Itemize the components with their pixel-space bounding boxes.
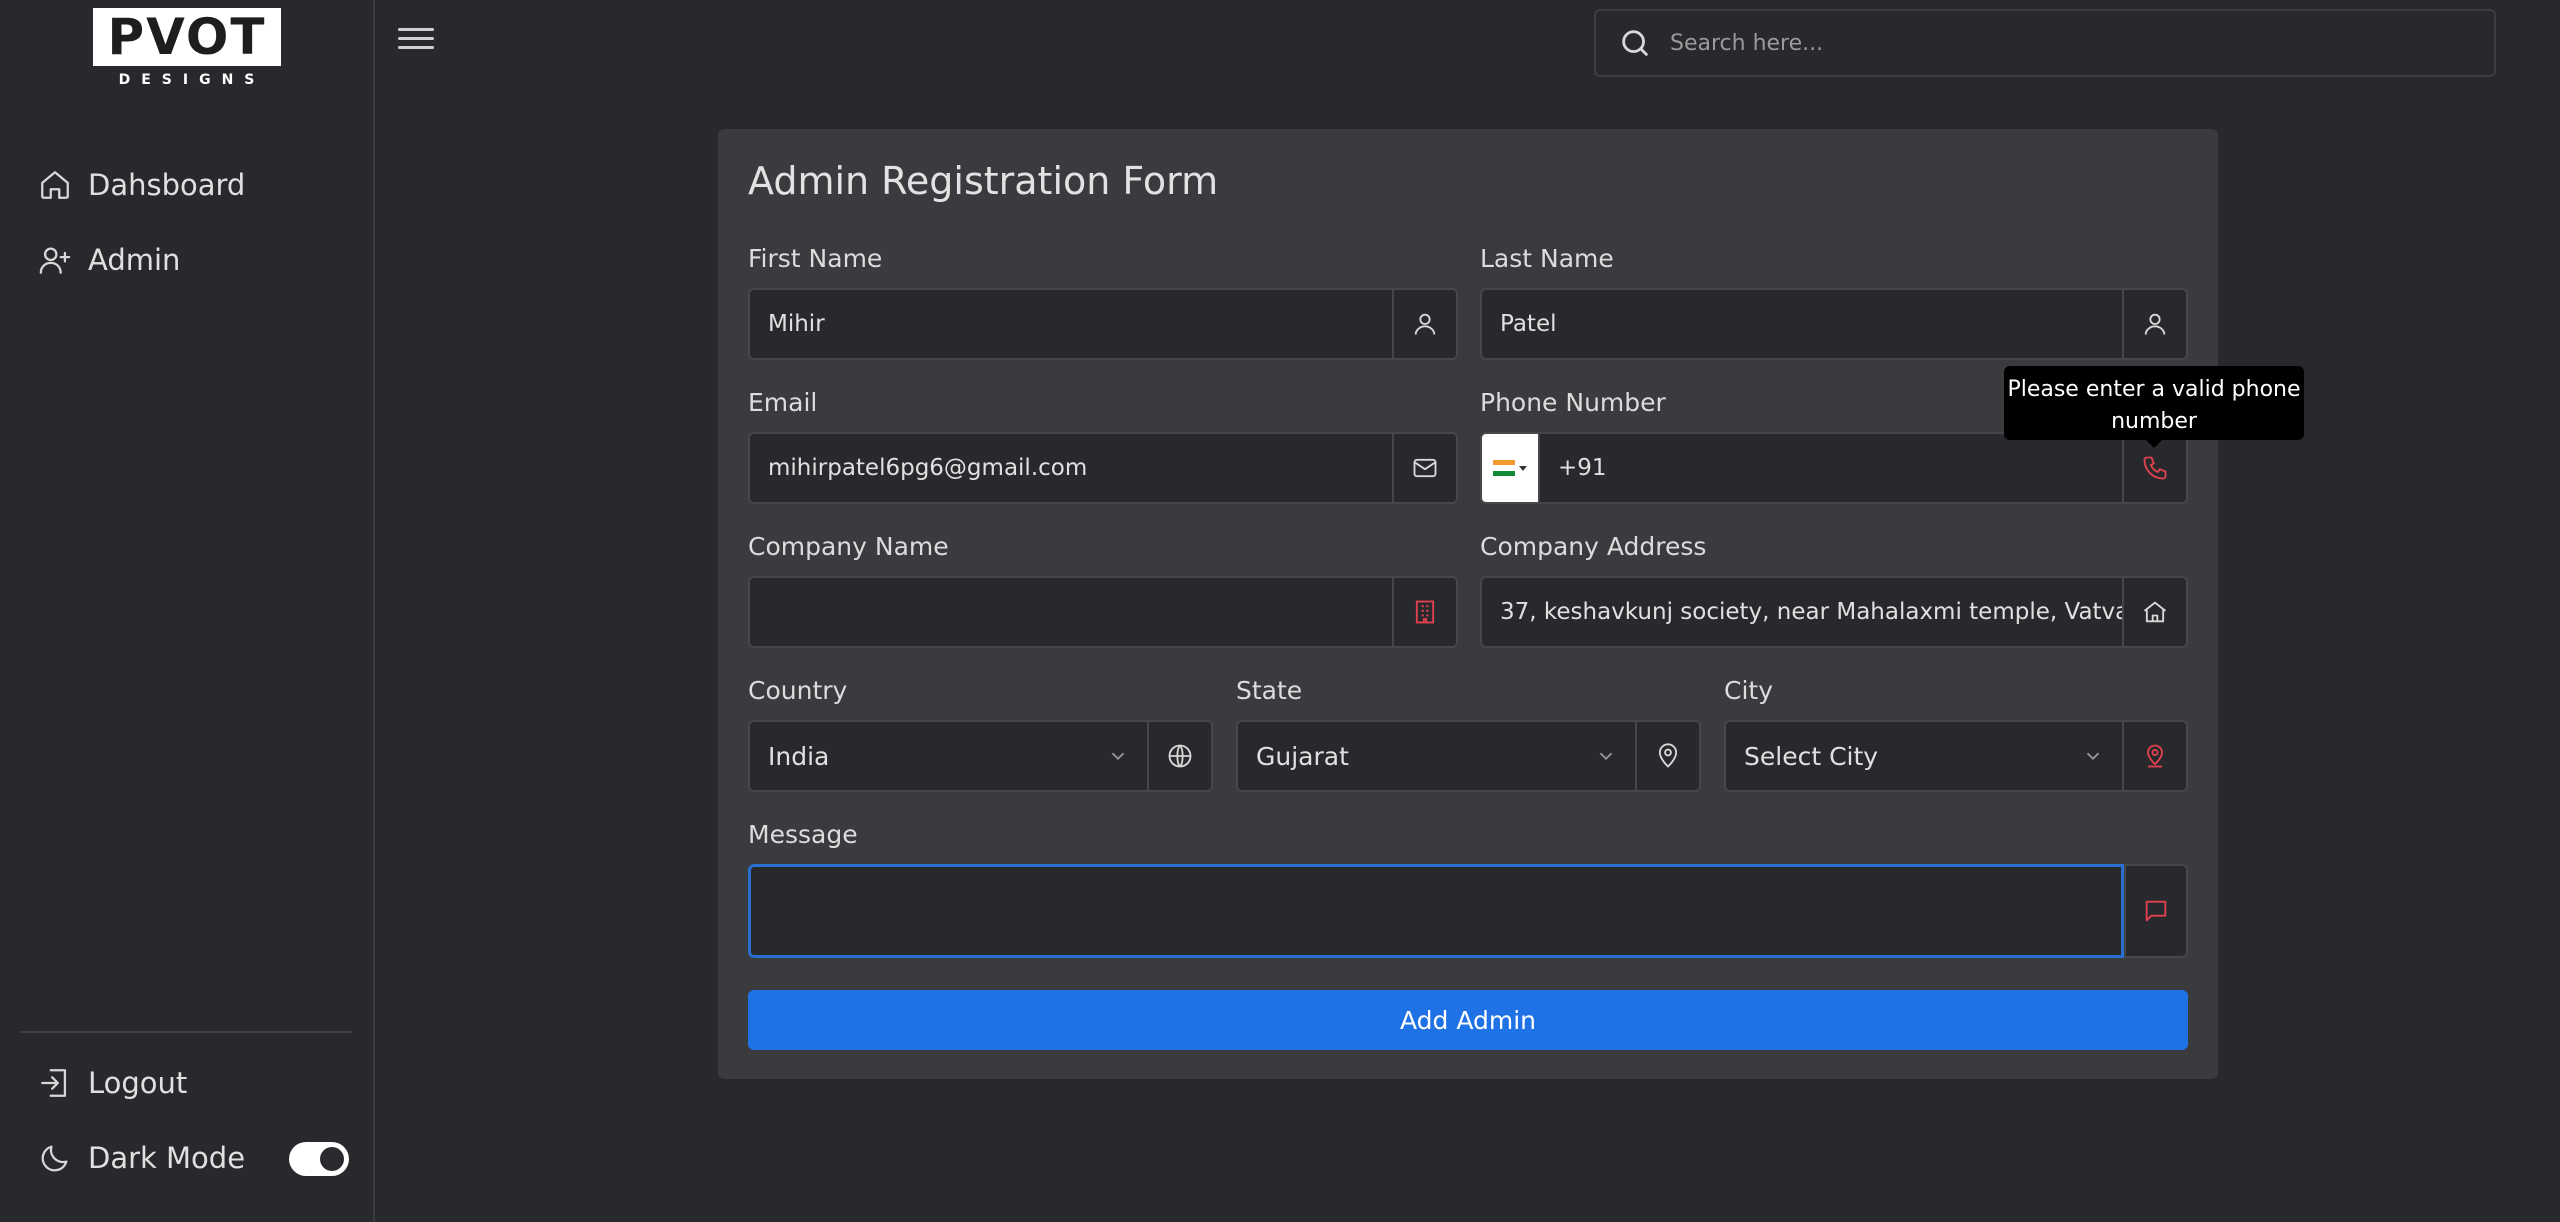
- last-name-input[interactable]: Patel: [1482, 290, 2122, 358]
- message-square-icon: [2145, 900, 2167, 922]
- chevron-down-icon: [2086, 752, 2100, 761]
- location-pin-icon: [2147, 744, 2163, 768]
- company-address-input[interactable]: 37, keshavkunj society, near Mahalaxmi t…: [1482, 578, 2122, 646]
- phone-input[interactable]: +91: [1540, 434, 2122, 502]
- dark-mode-label: Dark Mode: [88, 1141, 246, 1175]
- logo-main-text: PVOT: [93, 8, 281, 66]
- user-plus-icon: [39, 247, 71, 274]
- state-label: State: [1236, 676, 1303, 705]
- toggle-knob: [320, 1147, 344, 1171]
- first-name-input-group: Mihir: [748, 288, 1458, 360]
- sidebar-item-label: Admin: [88, 243, 181, 277]
- user-icon: [1414, 313, 1436, 335]
- first-name-input[interactable]: Mihir: [750, 290, 1392, 358]
- state-select-group: Gujarat: [1236, 720, 1701, 792]
- email-group: Email mihirpatel6pg6@gmail.com: [748, 388, 1458, 504]
- company-name-label: Company Name: [748, 532, 949, 561]
- country-label: Country: [748, 676, 848, 705]
- first-name-group: First Name Mihir: [748, 244, 1458, 360]
- message-addon: [2124, 864, 2188, 958]
- india-flag-icon: [1493, 460, 1515, 476]
- last-name-label: Last Name: [1480, 244, 1614, 273]
- company-address-label: Company Address: [1480, 532, 1707, 561]
- city-group: City Select City: [1724, 676, 2188, 792]
- country-group: Country India: [748, 676, 1213, 792]
- logo-sub-text: DESIGNS: [118, 72, 266, 88]
- logout-label: Logout: [88, 1066, 188, 1100]
- country-code-flag-dropdown[interactable]: [1482, 434, 1540, 502]
- company-name-addon: [1392, 578, 1456, 646]
- hamburger-line: [398, 37, 434, 40]
- message-label: Message: [748, 820, 858, 849]
- first-name-label: First Name: [748, 244, 883, 273]
- caret-down-icon: [1519, 465, 1527, 471]
- state-select[interactable]: Gujarat: [1238, 722, 1595, 790]
- city-select-group: Select City: [1724, 720, 2188, 792]
- logout-icon: [41, 1069, 67, 1097]
- map-pin-icon: [1658, 743, 1678, 768]
- last-name-group: Last Name Patel: [1480, 244, 2188, 360]
- dark-mode-toggle[interactable]: [289, 1142, 349, 1176]
- email-addon: [1392, 434, 1456, 502]
- moon-icon: [41, 1145, 68, 1172]
- message-group: Message: [748, 820, 2188, 960]
- sidebar-divider: [20, 1031, 352, 1033]
- message-textarea[interactable]: [748, 864, 2124, 958]
- company-address-addon: [2122, 578, 2186, 646]
- building-icon: [1415, 600, 1435, 624]
- sidebar: PVOT DESIGNS Dahsboard Admin Logout Dark…: [0, 0, 375, 1222]
- company-name-group: Company Name: [748, 532, 1458, 648]
- state-group: State Gujarat: [1236, 676, 1701, 792]
- sidebar-item-admin[interactable]: Admin: [38, 238, 180, 282]
- chevron-down-icon: [1599, 752, 1613, 761]
- search-input[interactable]: [1670, 30, 2494, 56]
- message-input-group: [748, 864, 2188, 958]
- last-name-input-group: Patel: [1480, 288, 2188, 360]
- globe-icon: [1168, 744, 1192, 768]
- house-icon: [2143, 601, 2167, 623]
- brand-logo[interactable]: PVOT DESIGNS: [93, 8, 281, 92]
- city-label: City: [1724, 676, 1773, 705]
- chevron-down-icon: [1111, 752, 1125, 761]
- dark-mode-row: Dark Mode: [38, 1136, 245, 1180]
- company-name-input-group: [748, 576, 1458, 648]
- search-bar: [1594, 9, 2496, 77]
- sidebar-item-label: Dahsboard: [88, 168, 246, 202]
- phone-validation-tooltip: Please enter a valid phone number: [2004, 366, 2304, 448]
- company-name-input[interactable]: [750, 578, 1392, 646]
- city-select[interactable]: Select City: [1726, 722, 2082, 790]
- email-input-group: mihirpatel6pg6@gmail.com: [748, 432, 1458, 504]
- add-admin-button[interactable]: Add Admin: [748, 990, 2188, 1050]
- company-address-input-group: 37, keshavkunj society, near Mahalaxmi t…: [1480, 576, 2188, 648]
- form-title: Admin Registration Form: [748, 159, 1219, 203]
- country-select-group: India: [748, 720, 1213, 792]
- user-icon: [2144, 313, 2166, 335]
- city-addon: [2122, 722, 2186, 790]
- menu-toggle-button[interactable]: [398, 28, 434, 56]
- hamburger-line: [398, 46, 434, 49]
- country-addon: [1147, 722, 1211, 790]
- mail-icon: [1413, 458, 1437, 478]
- phone-icon: [2143, 456, 2167, 480]
- search-icon: [1622, 30, 1648, 56]
- last-name-addon: [2122, 290, 2186, 358]
- logout-button[interactable]: Logout: [38, 1061, 187, 1105]
- first-name-addon: [1392, 290, 1456, 358]
- country-select[interactable]: India: [750, 722, 1107, 790]
- phone-input-group: +91: [1480, 432, 2188, 504]
- email-label: Email: [748, 388, 818, 417]
- state-addon: [1635, 722, 1699, 790]
- sidebar-item-dashboard[interactable]: Dahsboard: [38, 163, 245, 207]
- company-address-group: Company Address 37, keshavkunj society, …: [1480, 532, 2188, 648]
- home-icon: [41, 171, 69, 199]
- registration-form-card: Admin Registration Form First Name Mihir…: [718, 129, 2218, 1079]
- hamburger-icon: [398, 28, 434, 31]
- email-field[interactable]: mihirpatel6pg6@gmail.com: [750, 434, 1392, 502]
